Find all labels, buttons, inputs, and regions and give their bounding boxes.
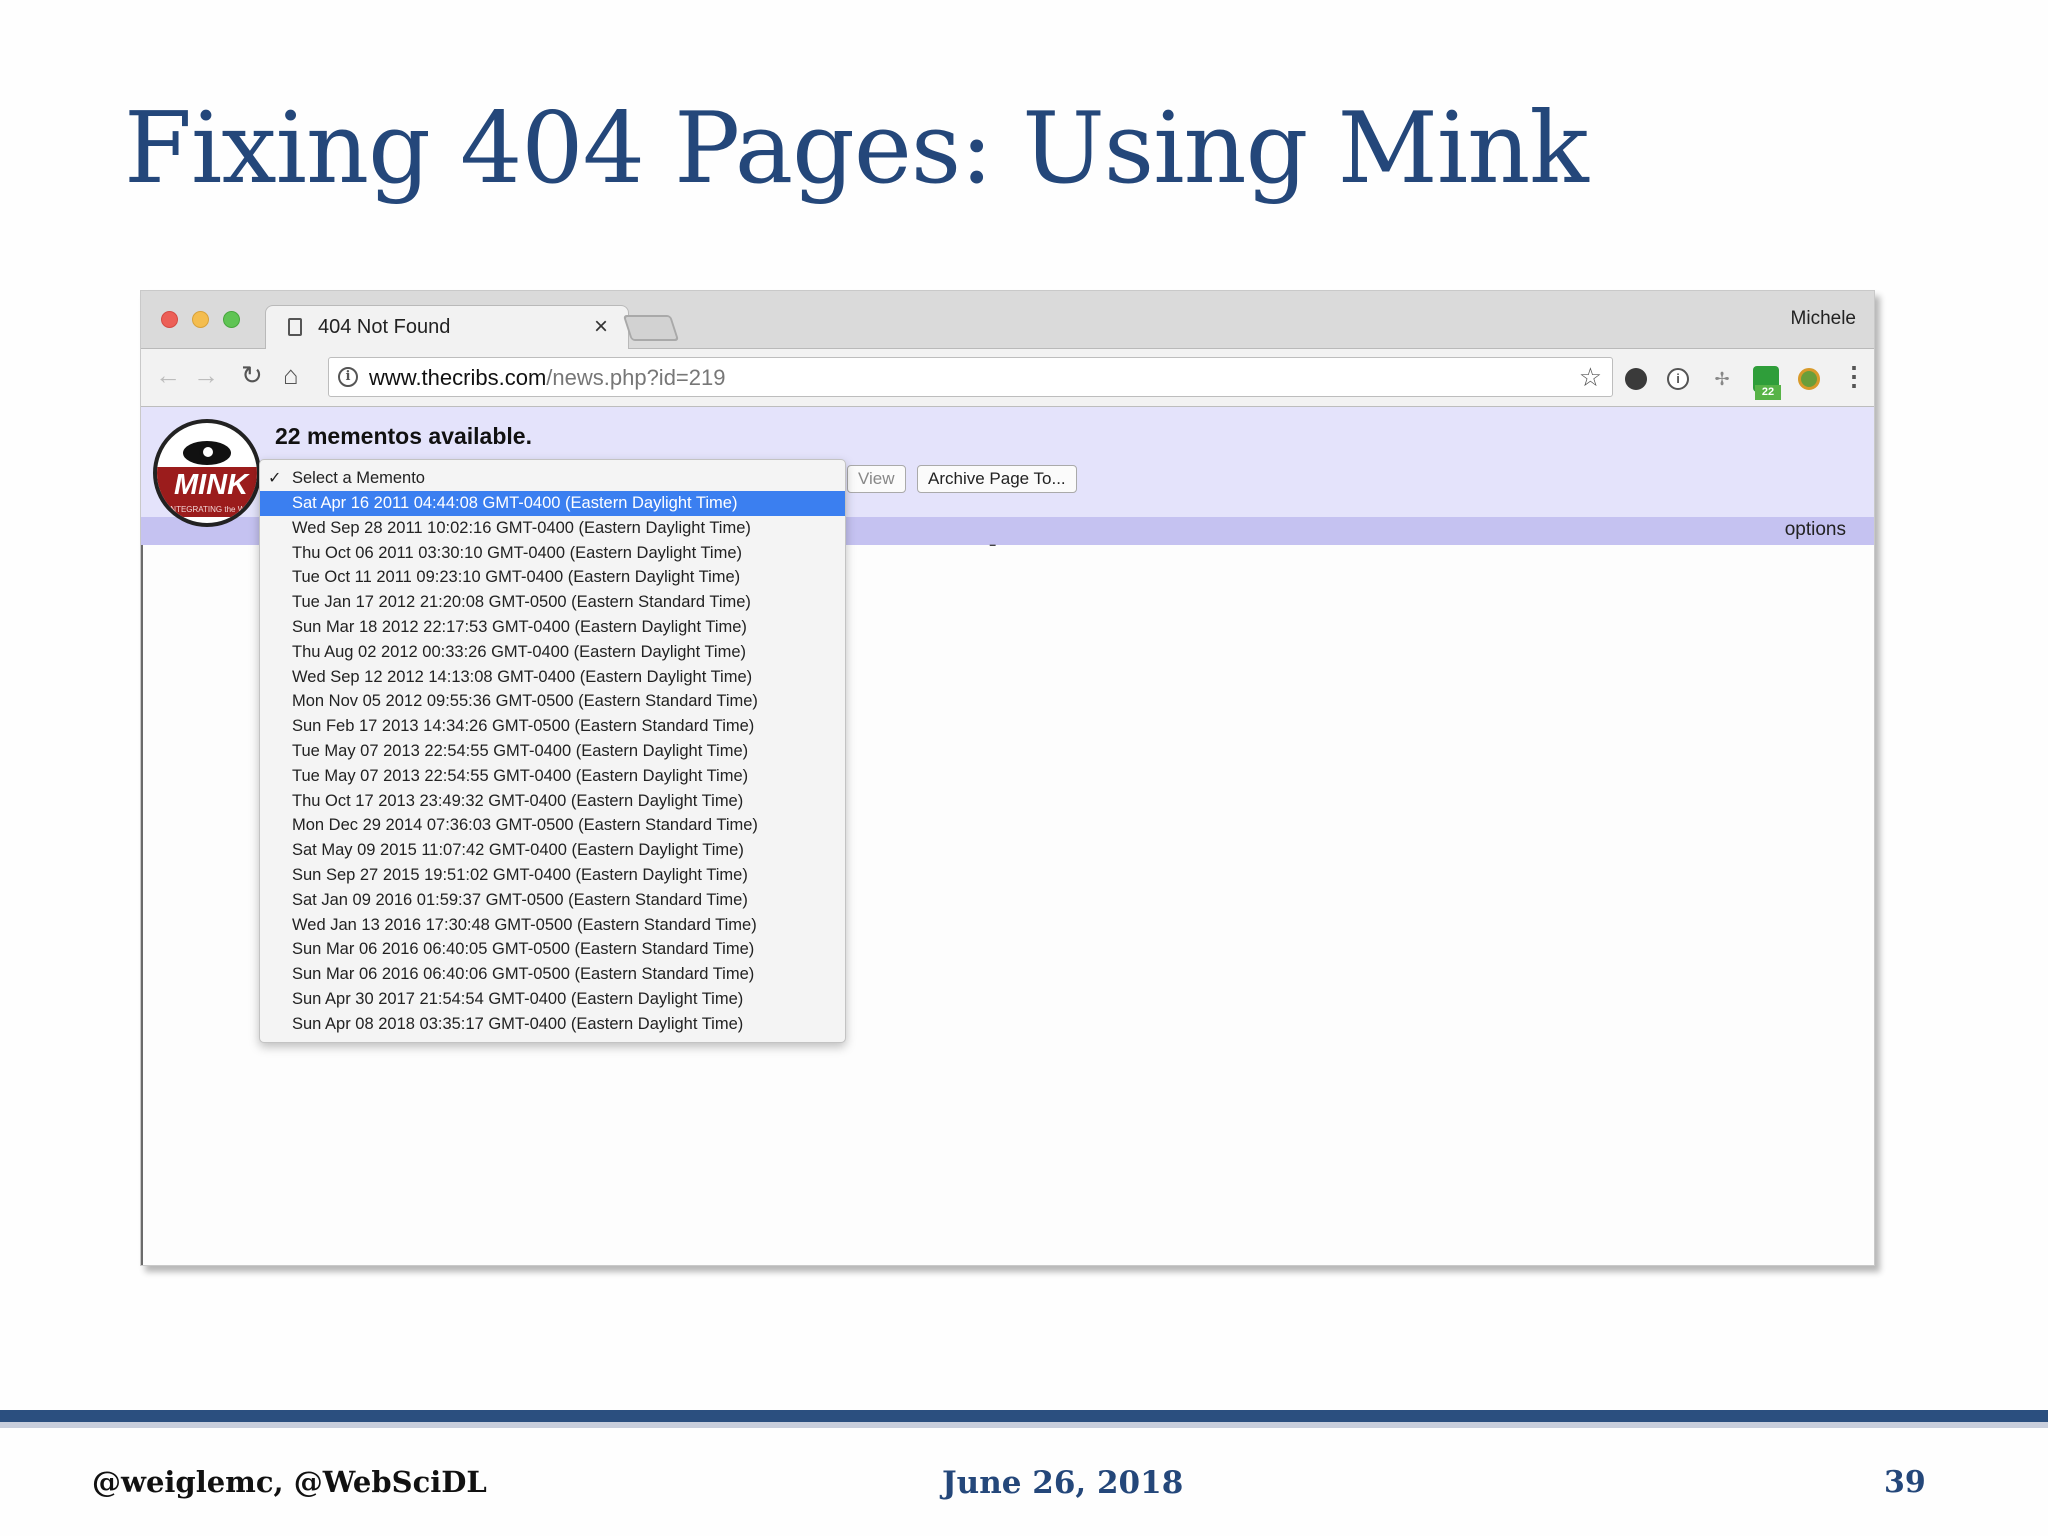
close-tab-icon[interactable]: × xyxy=(594,313,608,341)
slide-number: 39 xyxy=(1884,1465,1926,1500)
footer-date: June 26, 2018 xyxy=(942,1465,1184,1501)
menu-dots-icon[interactable]: ⋮ xyxy=(1841,363,1867,389)
mink-logo: MINK INTEGRATING the WEB xyxy=(153,419,261,527)
footer-handles: @weiglemc, @WebSciDL xyxy=(92,1465,487,1499)
browser-toolbar: ← → ↻ ⌂ i www.thecribs.com/news.php?id=2… xyxy=(141,349,1874,407)
new-tab-button[interactable] xyxy=(622,315,680,341)
archive-page-button[interactable]: Archive Page To... xyxy=(917,465,1077,493)
memento-option[interactable]: Tue May 07 2013 22:54:55 GMT-0400 (Easte… xyxy=(260,739,845,764)
memento-option[interactable]: Sat Apr 16 2011 04:44:08 GMT-0400 (Easte… xyxy=(260,491,845,516)
options-link[interactable]: options xyxy=(1785,519,1846,541)
memento-option[interactable]: Sat Jan 09 2016 01:59:37 GMT-0500 (Easte… xyxy=(260,888,845,913)
memento-option[interactable]: Mon Dec 29 2014 07:36:03 GMT-0500 (Easte… xyxy=(260,813,845,838)
maximize-window-button[interactable] xyxy=(223,311,240,328)
memento-option[interactable]: Sun Sep 27 2015 19:51:02 GMT-0400 (Easte… xyxy=(260,863,845,888)
dropdown-header[interactable]: ✓ Select a Memento xyxy=(260,466,845,491)
memento-option[interactable]: Sun Mar 18 2012 22:17:53 GMT-0400 (Easte… xyxy=(260,615,845,640)
mink-pupil-shape xyxy=(199,443,217,461)
memento-option[interactable]: Sun Apr 30 2017 21:54:54 GMT-0400 (Easte… xyxy=(260,987,845,1012)
info-icon[interactable]: i xyxy=(338,367,358,387)
extension-info-icon[interactable]: i xyxy=(1667,368,1689,390)
browser-screenshot: 404 Not Found × Michele ← → ↻ ⌂ i www.th… xyxy=(140,290,1875,1266)
footer-rule xyxy=(0,1410,2048,1422)
memento-option[interactable]: Wed Jan 13 2016 17:30:48 GMT-0500 (Easte… xyxy=(260,913,845,938)
url-text[interactable]: www.thecribs.com/news.php?id=219 xyxy=(369,365,725,391)
memento-option[interactable]: Thu Aug 02 2012 00:33:26 GMT-0400 (Easte… xyxy=(260,640,845,665)
footer-rule-shadow xyxy=(0,1422,2048,1428)
memento-option[interactable]: Wed Sep 28 2011 10:02:16 GMT-0400 (Easte… xyxy=(260,516,845,541)
memento-option[interactable]: Thu Oct 17 2013 23:49:32 GMT-0400 (Easte… xyxy=(260,789,845,814)
minimize-window-button[interactable] xyxy=(192,311,209,328)
close-window-button[interactable] xyxy=(161,311,178,328)
extension-globe-icon[interactable] xyxy=(1798,368,1820,390)
dropdown-header-label: Select a Memento xyxy=(292,469,425,487)
mink-logo-subtext: INTEGRATING the WEB xyxy=(157,503,257,517)
memento-option[interactable]: Tue May 07 2013 22:54:55 GMT-0400 (Easte… xyxy=(260,764,845,789)
page-text-fragment: ˍ xyxy=(989,523,997,548)
memento-option[interactable]: Thu Oct 06 2011 03:30:10 GMT-0400 (Easte… xyxy=(260,541,845,566)
memento-option[interactable]: Sun Feb 17 2013 14:34:26 GMT-0500 (Easte… xyxy=(260,714,845,739)
memento-option[interactable]: Sun Apr 08 2018 03:35:17 GMT-0400 (Easte… xyxy=(260,1012,845,1037)
mink-logo-text: MINK xyxy=(157,467,257,503)
view-button[interactable]: View xyxy=(847,465,906,493)
star-icon[interactable]: ☆ xyxy=(1579,362,1602,393)
check-icon: ✓ xyxy=(268,470,282,487)
browser-tab[interactable]: 404 Not Found × xyxy=(265,305,629,350)
back-arrow-icon[interactable]: ← xyxy=(155,359,181,391)
tab-title: 404 Not Found xyxy=(318,316,451,338)
tab-bar: 404 Not Found × Michele xyxy=(141,291,1874,350)
memento-dropdown[interactable]: ✓ Select a Memento Sat Apr 16 2011 04:44… xyxy=(259,459,846,1043)
home-icon[interactable]: ⌂ xyxy=(283,359,299,391)
url-host: www.thecribs.com xyxy=(369,365,547,390)
url-path: /news.php?id=219 xyxy=(546,365,726,390)
memento-option[interactable]: Wed Sep 12 2012 14:13:08 GMT-0400 (Easte… xyxy=(260,665,845,690)
slide-title: Fixing 404 Pages: Using Mink xyxy=(124,92,1589,206)
profile-name[interactable]: Michele xyxy=(1791,308,1856,330)
reload-icon[interactable]: ↻ xyxy=(241,359,263,391)
forward-arrow-icon[interactable]: → xyxy=(193,359,219,391)
memento-option[interactable]: Sun Mar 06 2016 06:40:05 GMT-0500 (Easte… xyxy=(260,937,845,962)
extension-badge: 22 xyxy=(1755,385,1781,400)
memento-option[interactable]: Sun Mar 06 2016 06:40:06 GMT-0500 (Easte… xyxy=(260,962,845,987)
extension-pin-icon[interactable]: ✢ xyxy=(1711,368,1733,390)
address-bar[interactable]: i www.thecribs.com/news.php?id=219 ☆ xyxy=(328,357,1613,397)
mementos-count: 22 mementos available. xyxy=(275,423,532,449)
extension-icon[interactable] xyxy=(1625,368,1647,390)
page-icon xyxy=(288,318,302,336)
memento-option[interactable]: Mon Nov 05 2012 09:55:36 GMT-0500 (Easte… xyxy=(260,689,845,714)
memento-option[interactable]: Sat May 09 2015 11:07:42 GMT-0400 (Easte… xyxy=(260,838,845,863)
memento-option[interactable]: Tue Oct 11 2011 09:23:10 GMT-0400 (Easte… xyxy=(260,565,845,590)
memento-option[interactable]: Tue Jan 17 2012 21:20:08 GMT-0500 (Easte… xyxy=(260,590,845,615)
